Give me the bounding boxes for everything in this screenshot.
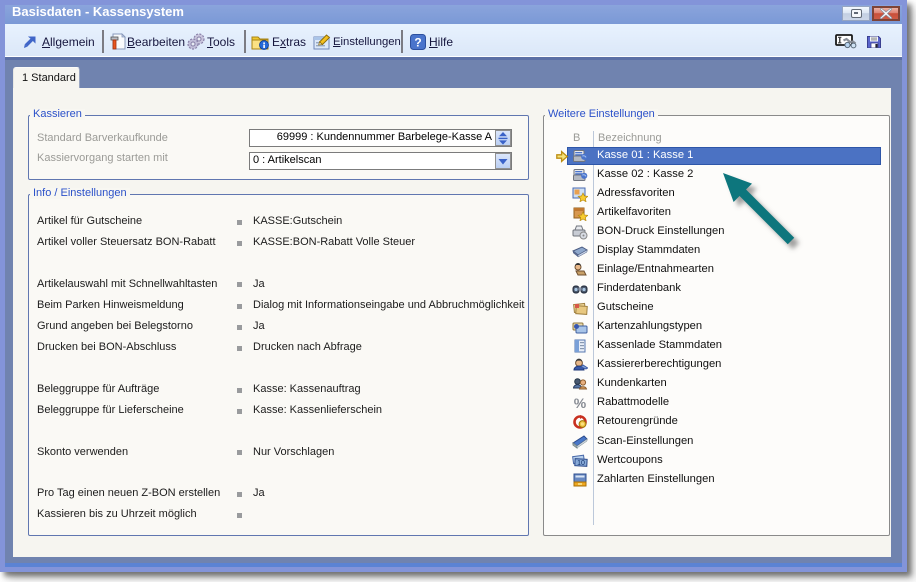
svg-text:%: % xyxy=(574,395,587,411)
svg-text:10: 10 xyxy=(577,460,585,467)
svg-text:?: ? xyxy=(414,36,421,50)
